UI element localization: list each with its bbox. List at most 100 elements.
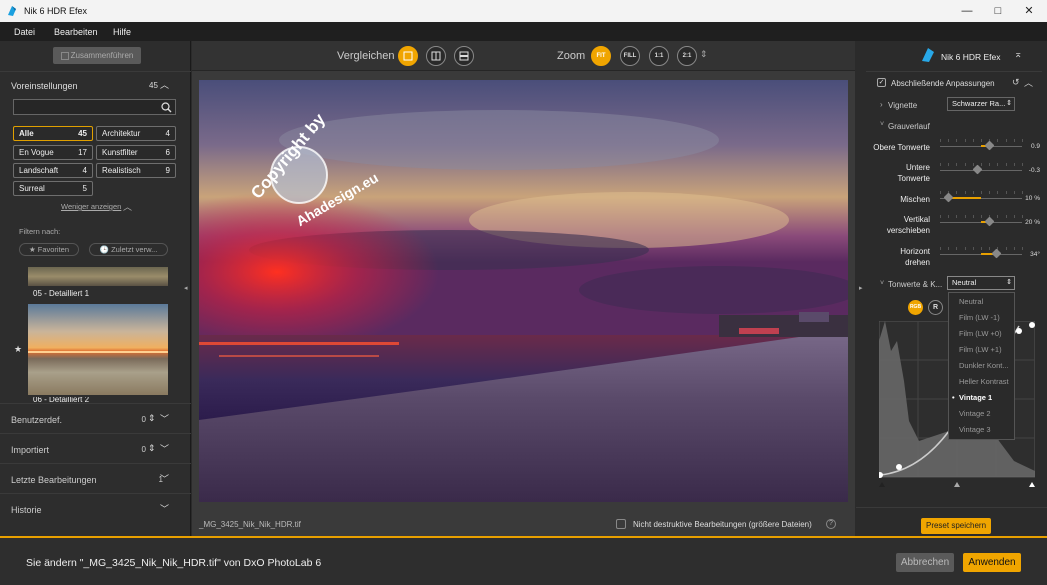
rgb-channel-button[interactable]: RGB <box>908 300 923 315</box>
reset-icon[interactable]: ↺ <box>1012 77 1020 88</box>
zoom-1-1-button[interactable]: 1:1 <box>649 46 669 66</box>
split-icon <box>431 51 441 61</box>
apply-button[interactable]: Anwenden <box>963 553 1021 572</box>
category-landschaft[interactable]: Landschaft 4 <box>13 163 93 178</box>
merge-button[interactable]: Zusammenführen <box>53 47 141 64</box>
chevron-down-icon[interactable]: ˅ <box>880 280 884 287</box>
chevron-up-icon[interactable]: ︿ <box>1024 76 1033 89</box>
slider-thumb[interactable] <box>984 140 995 151</box>
vignette-select[interactable]: Schwarzer Ra... ⇕ <box>947 97 1015 111</box>
final-adjustments-checkbox[interactable]: ✓ <box>877 78 886 87</box>
zoom-fill-button[interactable]: FILL <box>620 46 640 66</box>
tonal-value: Neutral <box>952 278 977 287</box>
section-historie[interactable]: Historie ﹀ <box>0 493 191 523</box>
status-message: Sie ändern "_MG_3425_Nik_Nik_HDR.tif" vo… <box>26 557 322 569</box>
app-name: Nik 6 HDR Efex <box>941 52 1001 62</box>
divider <box>856 507 1047 508</box>
cancel-button[interactable]: Abbrechen <box>896 553 954 572</box>
grad-label: Grauverlauf <box>888 122 930 131</box>
save-preset-button[interactable]: Preset speichern <box>921 518 991 534</box>
preview-toolbar: Vergleichen Zoom FIT FILL 1:1 2:1 ⇕ <box>192 41 855 71</box>
section-label: Historie <box>11 505 42 515</box>
section-label: Importiert <box>11 445 50 455</box>
category-realistisch[interactable]: Realistisch 9 <box>96 163 176 178</box>
help-icon[interactable]: ? <box>826 519 836 529</box>
presets-label: Voreinstellungen <box>11 81 78 91</box>
chevron-down-icon[interactable]: ﹀ <box>160 502 169 515</box>
menu-bearbeiten[interactable]: Bearbeiten <box>54 27 98 37</box>
chevron-up-icon[interactable]: ︿ <box>123 200 132 213</box>
category-architektur[interactable]: Architektur 4 <box>96 126 176 141</box>
menu-datei[interactable]: Datei <box>14 27 35 37</box>
zoom-fit-button[interactable]: FIT <box>591 46 611 66</box>
collapse-panel-icon[interactable]: ⌅ <box>1014 49 1022 60</box>
title-bar: Nik 6 HDR Efex — □ ✕ <box>0 0 1047 22</box>
dropdown-item[interactable]: Heller Kontrast <box>949 374 1015 390</box>
section-importiert[interactable]: Importiert 0 ⇕ ﹀ <box>0 433 191 463</box>
merge-icon <box>60 51 69 60</box>
dropdown-item[interactable]: Film (LW +1) <box>949 342 1015 358</box>
zoom-2-1-button[interactable]: 2:1 <box>677 46 697 66</box>
compare-split-button[interactable] <box>426 46 446 66</box>
slider-thumb[interactable] <box>943 192 954 203</box>
favorite-star-icon[interactable]: ★ <box>14 344 22 355</box>
category-alle[interactable]: Alle 45 <box>13 126 93 141</box>
collapse-left-icon[interactable]: ◂ <box>184 284 188 292</box>
slider-thumb[interactable] <box>991 248 1002 259</box>
zoom-label: Zoom <box>557 50 586 62</box>
dropdown-item[interactable]: Dunkler Kont... <box>949 358 1015 374</box>
section-benutzerdef[interactable]: Benutzerdef. 0 ⇕ ﹀ <box>0 403 191 433</box>
dropdown-item[interactable]: Film (LW -1) <box>949 310 1015 326</box>
collapse-right-icon[interactable]: ▸ <box>859 284 863 292</box>
sort-icon[interactable]: ⇕ <box>148 443 156 454</box>
preset-thumbnail[interactable] <box>28 267 168 286</box>
favorites-filter[interactable]: ★ Favoriten <box>19 243 79 256</box>
compare-side-button[interactable] <box>454 46 474 66</box>
slider-label: Mischen <box>900 195 930 204</box>
category-en-vogue[interactable]: En Vogue 17 <box>13 145 93 160</box>
nondestructive-label: Nicht destruktive Bearbeitungen (größere… <box>633 520 812 529</box>
dropdown-item[interactable]: Vintage 2 <box>949 406 1015 422</box>
sort-icon[interactable]: ⇕ <box>148 413 156 424</box>
zoom-stepper-icon[interactable]: ⇕ <box>700 49 708 60</box>
show-less-link[interactable]: Weniger anzeigen <box>61 202 121 211</box>
section-letzte-bearbeitungen[interactable]: Letzte Bearbeitungen 1 ﹀ <box>0 463 191 493</box>
selected-bullet-icon: • <box>952 393 955 402</box>
slider-label: Untere Tonwerte <box>897 163 930 183</box>
menu-hilfe[interactable]: Hilfe <box>113 27 131 37</box>
recent-filter[interactable]: 🕒 Zuletzt verw... <box>89 243 168 256</box>
divider <box>866 71 1042 72</box>
close-button[interactable]: ✕ <box>1006 0 1047 22</box>
chevron-up-icon[interactable]: ︿ <box>160 78 169 91</box>
slider-value: -0.3 <box>1028 167 1040 174</box>
window-title: Nik 6 HDR Efex <box>24 6 88 16</box>
slider-value: 10 % <box>1025 195 1040 202</box>
merge-label: Zusammenführen <box>70 51 134 60</box>
preset-thumbnail-selected[interactable] <box>28 304 168 395</box>
photo-preview[interactable]: Copyright by Ahadesign.eu <box>199 80 848 502</box>
chevron-down-icon[interactable]: ﹀ <box>160 472 169 485</box>
dropdown-item[interactable]: Neutral <box>949 294 1015 310</box>
slider-thumb[interactable] <box>984 216 995 227</box>
dropdown-item[interactable]: Film (LW +0) <box>949 326 1015 342</box>
slider-label: Obere Tonwerte <box>873 143 930 152</box>
dropdown-item[interactable]: Vintage 1 • <box>949 390 1015 406</box>
chevron-down-icon[interactable]: ﹀ <box>160 412 169 425</box>
bottom-bar: Sie ändern "_MG_3425_Nik_Nik_HDR.tif" vo… <box>0 536 1047 585</box>
slider-thumb[interactable] <box>972 164 983 175</box>
chevron-right-icon[interactable]: › <box>880 100 883 109</box>
r-channel-button[interactable]: R <box>928 300 943 315</box>
tonal-select[interactable]: Neutral ⇕ <box>947 276 1015 290</box>
right-panel: ▸ Nik 6 HDR Efex ⌅ ✓ Abschließende Anpas… <box>856 41 1047 536</box>
nondestructive-checkbox[interactable] <box>616 519 626 529</box>
search-input[interactable] <box>13 99 176 115</box>
compare-single-button[interactable] <box>398 46 418 66</box>
dropdown-item[interactable]: Vintage 3 <box>949 422 1015 438</box>
chevron-down-icon[interactable]: ﹀ <box>160 442 169 455</box>
stepper-icon: ⇕ <box>1006 100 1012 107</box>
category-kunstfilter[interactable]: Kunstfilter 6 <box>96 145 176 160</box>
nik-logo-icon <box>922 48 934 62</box>
chevron-down-icon[interactable]: ˅ <box>880 121 884 128</box>
vignette-label: Vignette <box>888 101 918 110</box>
category-surreal[interactable]: Surreal 5 <box>13 181 93 196</box>
